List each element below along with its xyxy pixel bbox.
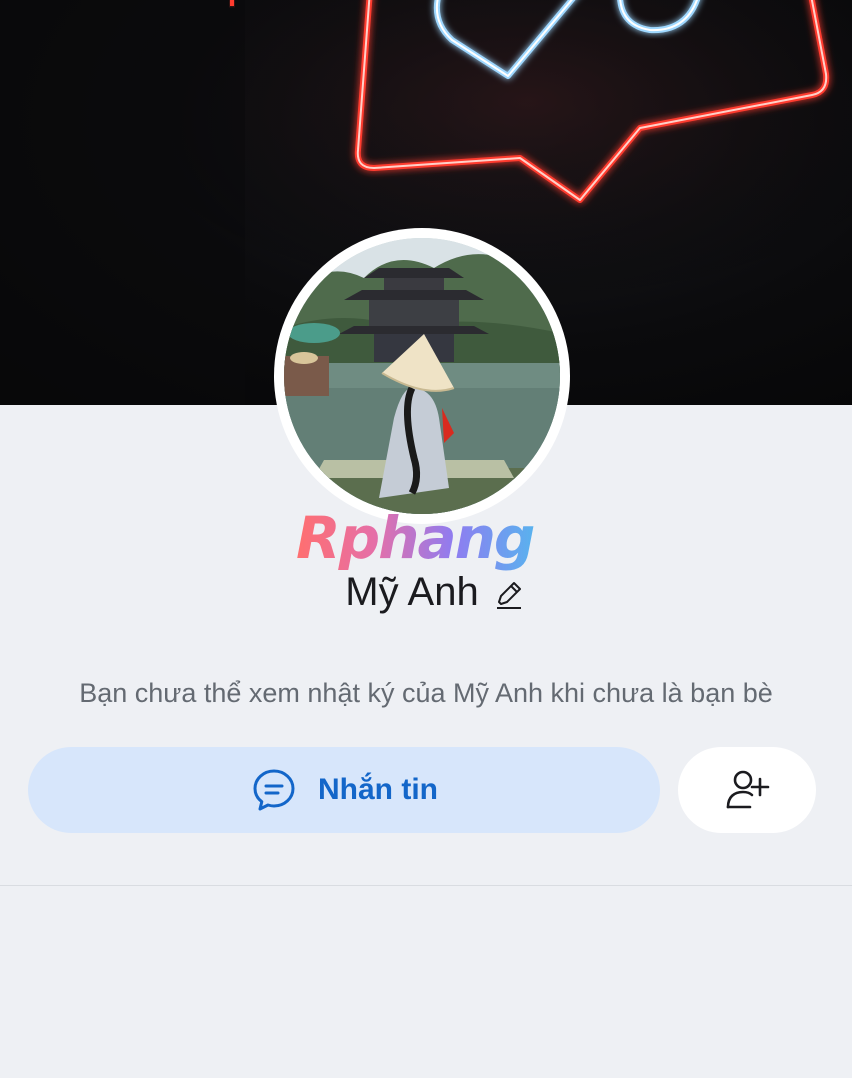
message-button[interactable]: Nhắn tin <box>28 747 660 833</box>
avatar-photo <box>284 238 560 514</box>
section-divider <box>0 885 852 886</box>
message-button-label: Nhắn tin <box>318 773 438 806</box>
add-friend-button[interactable] <box>678 747 816 833</box>
chat-bubble-icon <box>253 769 295 811</box>
avatar[interactable] <box>274 228 570 524</box>
add-friend-icon <box>726 770 770 809</box>
name-row: Mỹ Anh <box>0 566 852 618</box>
friendship-notice: Bạn chưa thể xem nhật ký của Mỹ Anh khi … <box>79 678 773 708</box>
avatar-image <box>284 238 560 514</box>
pencil-icon[interactable] <box>493 578 525 610</box>
watermark-logo: Rphang <box>296 502 558 574</box>
profile-name: Mỹ Anh <box>345 570 479 614</box>
profile-page: Rphang Mỹ Anh Bạn chưa thể xem nhật ký c… <box>0 0 852 1078</box>
